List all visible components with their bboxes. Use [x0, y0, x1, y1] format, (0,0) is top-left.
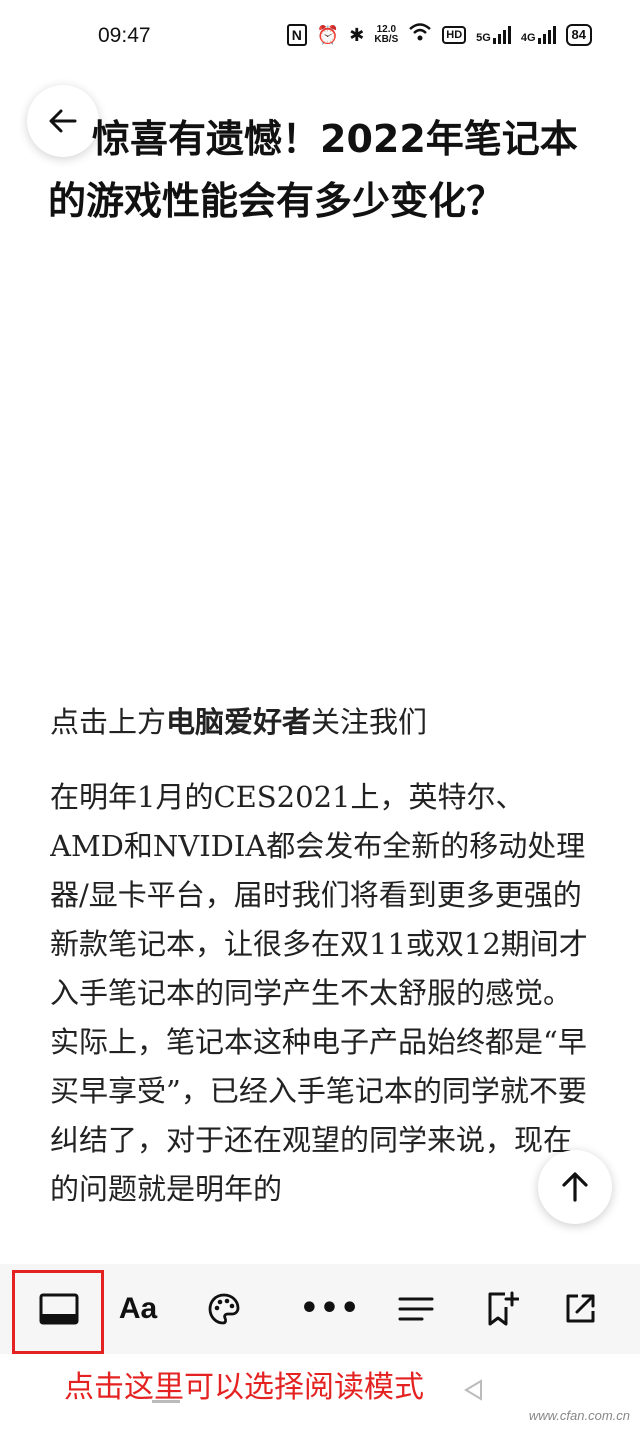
- follow-suffix: 关注我们: [311, 705, 428, 739]
- open-external-button[interactable]: [552, 1279, 608, 1339]
- font-size-icon: Aa: [118, 1292, 158, 1325]
- net-speed: 12.0 KB/S: [374, 25, 398, 45]
- article-body: 点击上方电脑爱好者关注我们 在明年1月的CES2021上，英特尔、AMD和NVI…: [50, 698, 598, 1262]
- sim2-network-label: 4G: [520, 32, 536, 44]
- account-name[interactable]: 电脑爱好者: [166, 705, 311, 739]
- more-icon: •••: [299, 1291, 361, 1326]
- nfc-icon: N: [286, 24, 307, 46]
- outline-button[interactable]: [388, 1279, 444, 1339]
- signal-bars-icon: [492, 26, 511, 44]
- scroll-top-button[interactable]: [538, 1150, 612, 1224]
- nav-back-icon[interactable]: [462, 1378, 484, 1402]
- nav-home-bar[interactable]: [152, 1400, 180, 1403]
- paragraph: 在明年1月的CES2021上，英特尔、AMD和NVIDIA都会发布全新的移动处理…: [50, 780, 588, 1010]
- scroll-top-icon: [562, 1172, 588, 1202]
- follow-line: 点击上方电脑爱好者关注我们: [50, 698, 598, 747]
- open-external-icon: [566, 1294, 595, 1323]
- wifi-icon: [408, 22, 432, 48]
- article-title: 惊喜有遗憾！2022年笔记本的游戏性能会有多少变化？: [48, 117, 578, 223]
- outline-icon: [398, 1297, 434, 1321]
- signal-bars-icon: [537, 26, 556, 44]
- more-button[interactable]: •••: [299, 1279, 361, 1339]
- highlight-box: [12, 1270, 104, 1354]
- watermark: www.cfan.com.cn: [528, 1408, 630, 1423]
- follow-prefix: 点击上方: [50, 705, 167, 739]
- status-time: 09:47: [98, 24, 151, 47]
- paragraph: 实际上，笔记本这种电子产品始终都是“早买早享受”，已经入手笔记本的同学就不要纠结…: [50, 1025, 587, 1206]
- hd-voice-icon: HD: [442, 26, 467, 44]
- bookmark-add-button[interactable]: [474, 1279, 530, 1339]
- sim2-signal: 4G: [521, 26, 556, 44]
- theme-button[interactable]: [196, 1279, 252, 1339]
- sim1-network-label: 5G: [476, 32, 491, 44]
- font-size-button[interactable]: Aa: [110, 1279, 166, 1339]
- annotation-hint: 点击这里可以选择阅读模式: [64, 1370, 424, 1405]
- theme-palette-icon: [208, 1293, 240, 1325]
- net-speed-unit: KB/S: [374, 34, 399, 45]
- bookmark-add-icon: [488, 1291, 519, 1326]
- battery-indicator: 84: [565, 24, 592, 46]
- sim1-signal: 5G: [476, 26, 511, 44]
- alarm-icon: ⏰: [316, 25, 340, 45]
- status-icons: N ⏰ ✱ 12.0 KB/S HD 5G 4G 84: [286, 22, 592, 48]
- status-bar: 09:47 N ⏰ ✱ 12.0 KB/S HD 5G 4G 84: [0, 0, 640, 72]
- bluetooth-icon: ✱: [349, 25, 365, 45]
